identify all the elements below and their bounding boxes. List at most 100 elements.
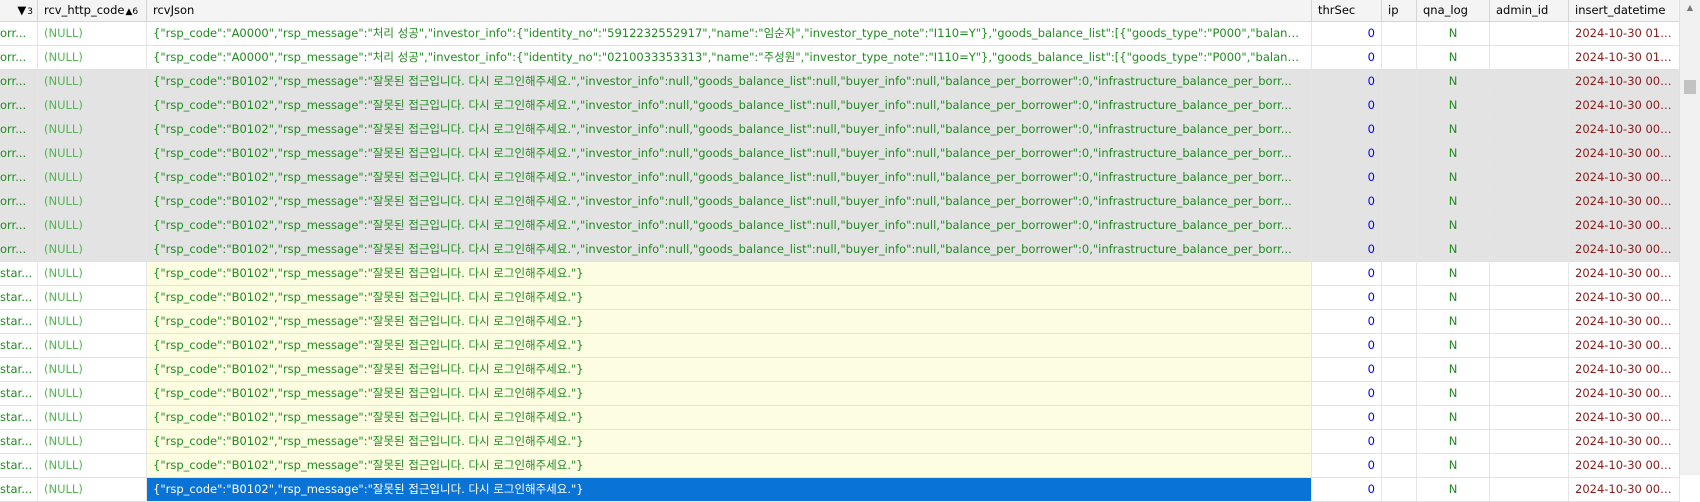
cell-admin-id[interactable] [1490,214,1569,237]
cell-rcv-http-code[interactable]: (NULL) [38,70,147,93]
cell-thrsec[interactable]: 0 [1312,430,1382,453]
cell-thrsec[interactable]: 0 [1312,70,1382,93]
cell-qna-log[interactable]: N [1417,430,1490,453]
table-row[interactable]: star... (NULL) {"rsp_code":"B0102","rsp_me… [0,406,1680,430]
cell-thrsec[interactable]: 0 [1312,166,1382,189]
cell-thrsec[interactable]: 0 [1312,142,1382,165]
cell-admin-id[interactable] [1490,382,1569,405]
table-row[interactable]: orr... (NULL) {"rsp_code":"B0102","rsp_mes… [0,118,1680,142]
cell-qna-log[interactable]: N [1417,94,1490,117]
cell-truncated[interactable]: star... [0,454,38,477]
cell-thrsec[interactable]: 0 [1312,478,1382,501]
cell-rcvjson[interactable]: {"rsp_code":"B0102","rsp_message":"잘못된 접… [147,286,1312,309]
cell-truncated[interactable]: orr... [0,70,38,93]
cell-qna-log[interactable]: N [1417,334,1490,357]
cell-rcv-http-code[interactable]: (NULL) [38,286,147,309]
cell-insert-datetime[interactable]: 2024-10-30 00:35 [1569,478,1680,501]
cell-ip[interactable] [1382,190,1417,213]
cell-truncated[interactable]: orr... [0,118,38,141]
cell-rcv-http-code[interactable]: (NULL) [38,262,147,285]
table-row[interactable]: star... (NULL) {"rsp_code":"B0102","rsp_me… [0,334,1680,358]
cell-admin-id[interactable] [1490,46,1569,69]
cell-qna-log[interactable]: N [1417,358,1490,381]
cell-thrsec[interactable]: 0 [1312,286,1382,309]
cell-rcvjson[interactable]: {"rsp_code":"B0102","rsp_message":"잘못된 접… [147,358,1312,381]
cell-thrsec[interactable]: 0 [1312,310,1382,333]
cell-rcv-http-code[interactable]: (NULL) [38,334,147,357]
cell-rcvjson[interactable]: {"rsp_code":"B0102","rsp_message":"잘못된 접… [147,310,1312,333]
cell-admin-id[interactable] [1490,262,1569,285]
cell-admin-id[interactable] [1490,406,1569,429]
table-row[interactable]: star... (NULL) {"rsp_code":"B0102","rsp_me… [0,286,1680,310]
cell-admin-id[interactable] [1490,430,1569,453]
cell-ip[interactable] [1382,214,1417,237]
cell-thrsec[interactable]: 0 [1312,262,1382,285]
cell-rcvjson[interactable]: {"rsp_code":"B0102","rsp_message":"잘못된 접… [147,70,1312,93]
cell-admin-id[interactable] [1490,118,1569,141]
cell-qna-log[interactable]: N [1417,286,1490,309]
table-row[interactable]: star... (NULL) {"rsp_code":"B0102","rsp_me… [0,262,1680,286]
cell-ip[interactable] [1382,406,1417,429]
cell-qna-log[interactable]: N [1417,406,1490,429]
cell-truncated[interactable]: star... [0,310,38,333]
cell-ip[interactable] [1382,238,1417,261]
cell-ip[interactable] [1382,166,1417,189]
cell-rcv-http-code[interactable]: (NULL) [38,238,147,261]
cell-truncated[interactable]: orr... [0,142,38,165]
cell-rcv-http-code[interactable]: (NULL) [38,166,147,189]
cell-truncated[interactable]: star... [0,430,38,453]
cell-admin-id[interactable] [1490,70,1569,93]
table-row[interactable]: orr... (NULL) {"rsp_code":"B0102","rsp_mes… [0,190,1680,214]
cell-rcvjson[interactable]: {"rsp_code":"A0000","rsp_message":"처리 성공… [147,46,1312,69]
cell-ip[interactable] [1382,454,1417,477]
cell-ip[interactable] [1382,334,1417,357]
cell-rcv-http-code[interactable]: (NULL) [38,310,147,333]
cell-rcv-http-code[interactable]: (NULL) [38,478,147,501]
cell-ip[interactable] [1382,142,1417,165]
cell-insert-datetime[interactable]: 2024-10-30 01:35 [1569,46,1680,69]
cell-qna-log[interactable]: N [1417,478,1490,501]
cell-insert-datetime[interactable]: 2024-10-30 00:44 [1569,166,1680,189]
cell-qna-log[interactable]: N [1417,46,1490,69]
cell-truncated[interactable]: orr... [0,46,38,69]
cell-truncated[interactable]: star... [0,358,38,381]
cell-insert-datetime[interactable]: 2024-10-30 00:35 [1569,286,1680,309]
cell-qna-log[interactable]: N [1417,310,1490,333]
cell-ip[interactable] [1382,358,1417,381]
table-row[interactable]: star... (NULL) {"rsp_code":"B0102","rsp_me… [0,478,1680,502]
cell-rcvjson[interactable]: {"rsp_code":"B0102","rsp_message":"잘못된 접… [147,214,1312,237]
cell-admin-id[interactable] [1490,94,1569,117]
cell-insert-datetime[interactable]: 2024-10-30 00:35 [1569,454,1680,477]
cell-rcv-http-code[interactable]: (NULL) [38,142,147,165]
cell-qna-log[interactable]: N [1417,22,1490,45]
cell-insert-datetime[interactable]: 2024-10-30 00:35 [1569,310,1680,333]
vertical-scrollbar[interactable]: ▲ [1679,0,1700,475]
scroll-up-icon[interactable]: ▲ [1680,0,1700,16]
cell-admin-id[interactable] [1490,478,1569,501]
cell-truncated[interactable]: orr... [0,22,38,45]
cell-thrsec[interactable]: 0 [1312,118,1382,141]
cell-ip[interactable] [1382,70,1417,93]
cell-rcvjson[interactable]: {"rsp_code":"B0102","rsp_message":"잘못된 접… [147,478,1312,501]
cell-insert-datetime[interactable]: 2024-10-30 00:44 [1569,190,1680,213]
table-row[interactable]: orr... (NULL) {"rsp_code":"B0102","rsp_mes… [0,166,1680,190]
column-header-admin-id[interactable]: admin_id [1490,0,1569,21]
column-header-rcvjson[interactable]: rcvJson [147,0,1312,21]
column-header-thrsec[interactable]: thrSec [1312,0,1382,21]
cell-truncated[interactable]: star... [0,286,38,309]
cell-insert-datetime[interactable]: 2024-10-30 00:35 [1569,382,1680,405]
cell-truncated[interactable]: star... [0,334,38,357]
column-header-insert-datetime[interactable]: insert_datetime [1569,0,1680,21]
table-row[interactable]: orr... (NULL) {"rsp_code":"B0102","rsp_mes… [0,94,1680,118]
cell-rcvjson[interactable]: {"rsp_code":"B0102","rsp_message":"잘못된 접… [147,94,1312,117]
cell-thrsec[interactable]: 0 [1312,22,1382,45]
cell-ip[interactable] [1382,430,1417,453]
cell-qna-log[interactable]: N [1417,190,1490,213]
cell-rcvjson[interactable]: {"rsp_code":"A0000","rsp_message":"처리 성공… [147,22,1312,45]
cell-insert-datetime[interactable]: 2024-10-30 00:35 [1569,262,1680,285]
cell-insert-datetime[interactable]: 2024-10-30 00:50 [1569,70,1680,93]
cell-rcv-http-code[interactable]: (NULL) [38,406,147,429]
cell-admin-id[interactable] [1490,286,1569,309]
table-row[interactable]: orr... (NULL) {"rsp_code":"B0102","rsp_mes… [0,238,1680,262]
cell-rcvjson[interactable]: {"rsp_code":"B0102","rsp_message":"잘못된 접… [147,334,1312,357]
